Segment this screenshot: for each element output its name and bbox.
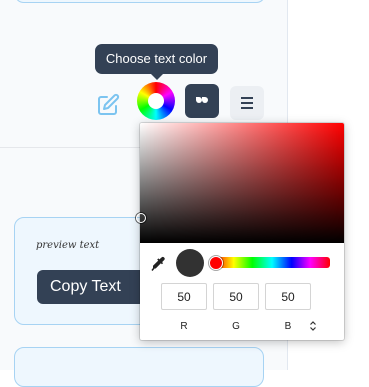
red-input[interactable] xyxy=(161,283,207,310)
saturation-area[interactable] xyxy=(136,123,344,243)
saturation-pointer[interactable] xyxy=(136,213,146,223)
previous-card xyxy=(14,0,266,3)
color-picker-popover: R G B xyxy=(136,123,344,340)
blue-label: B xyxy=(284,321,292,332)
toggle-mode-icon[interactable] xyxy=(306,319,320,333)
preview-text: preview text xyxy=(36,240,100,251)
color-tooltip: Choose text color xyxy=(95,44,218,74)
menu-line xyxy=(241,107,253,109)
color-wheel-icon xyxy=(148,93,164,109)
eyedropper-icon[interactable] xyxy=(150,256,166,272)
red-label: R xyxy=(180,321,188,332)
hue-slider[interactable] xyxy=(209,256,330,270)
copy-text-label: Copy Text xyxy=(50,278,121,295)
menu-button[interactable] xyxy=(230,86,264,120)
green-label: G xyxy=(232,321,240,332)
quote-button[interactable] xyxy=(185,84,219,118)
copy-text-button[interactable]: Copy Text xyxy=(37,270,157,304)
menu-line xyxy=(241,102,253,104)
blue-input[interactable] xyxy=(265,283,311,310)
color-wheel-button[interactable] xyxy=(137,82,175,120)
quote-icon xyxy=(196,97,208,103)
menu-line xyxy=(241,97,253,99)
edit-icon[interactable] xyxy=(96,93,120,117)
hue-slider-handle[interactable] xyxy=(209,256,223,270)
tooltip-arrow xyxy=(151,74,163,80)
next-card xyxy=(14,347,264,387)
current-color-swatch xyxy=(176,249,204,277)
green-input[interactable] xyxy=(213,283,259,310)
